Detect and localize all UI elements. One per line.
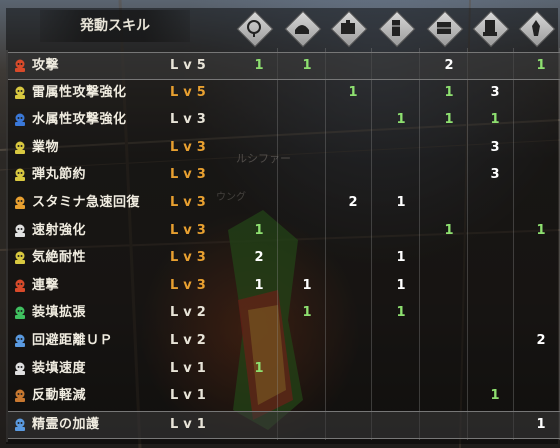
skill-points-cell: 3 (490, 167, 500, 183)
skill-name: 速射強化 (32, 222, 87, 238)
skill-row[interactable]: 連撃 Lv3 1 1 1 (8, 273, 560, 299)
skill-points-cell: 1 (302, 305, 312, 321)
chest-armor-icon[interactable] (325, 8, 371, 48)
talisman-icon-frame (520, 12, 552, 44)
skill-level: Lv3 (170, 250, 211, 266)
skill-level: Lv3 (170, 277, 211, 293)
skill-name: 装填拡張 (32, 305, 87, 321)
skill-name: 弾丸節約 (32, 167, 87, 183)
skill-points-cell: 1 (444, 84, 454, 100)
skill-name: 装填速度 (32, 360, 87, 376)
skill-points-cell: 1 (302, 277, 312, 293)
skill-row[interactable]: 弾丸節約 Lv3 3 (8, 162, 560, 188)
skill-points-cell: 1 (490, 388, 500, 404)
skill-type-icon (12, 223, 28, 239)
skill-row[interactable]: スタミナ急速回復 Lv3 2 1 (8, 190, 560, 216)
skill-type-icon (12, 167, 28, 183)
skill-points-cell: 1 (490, 112, 500, 128)
skill-points-cell: 1 (536, 58, 546, 73)
skill-type-icon (12, 417, 28, 433)
skill-name: 水属性攻撃強化 (32, 112, 127, 128)
skill-type-icon (12, 388, 28, 404)
skill-points-cell: 1 (536, 222, 546, 238)
skill-level: Lv1 (170, 360, 211, 376)
gauntlet-icon[interactable] (373, 8, 419, 48)
skill-level: Lv2 (170, 333, 211, 348)
skill-points-cell: 2 (348, 195, 358, 210)
skill-points-cell: 1 (348, 84, 358, 100)
skill-name: スタミナ急速回復 (32, 195, 141, 210)
skill-type-icon (12, 250, 28, 266)
skill-points-cell: 1 (536, 416, 546, 432)
skill-level: Lv3 (170, 112, 211, 128)
skill-points-cell: 2 (536, 333, 546, 348)
skill-points-cell: 1 (396, 195, 406, 210)
skill-row[interactable]: 水属性攻撃強化 Lv3 1 1 1 (8, 107, 560, 133)
skill-level: Lv3 (170, 195, 211, 210)
skill-type-icon (12, 140, 28, 156)
skill-row[interactable]: 業物 Lv3 3 (8, 135, 560, 161)
skill-points-cell: 1 (444, 222, 454, 238)
helmet-icon-frame (286, 12, 318, 44)
skill-points-cell: 3 (490, 139, 500, 155)
skill-type-icon (12, 58, 28, 74)
skill-row[interactable]: 装填速度 Lv1 1 (8, 356, 560, 382)
waist-armor-icon[interactable] (421, 8, 467, 48)
skill-level: Lv1 (170, 416, 211, 432)
skill-level: Lv5 (170, 58, 211, 73)
skill-points-cell: 1 (396, 305, 406, 321)
skill-level: Lv3 (170, 222, 211, 238)
skill-row[interactable]: 速射強化 Lv3 1 1 1 (8, 218, 560, 244)
skill-name: 精霊の加護 (32, 416, 100, 432)
skill-level: Lv3 (170, 167, 211, 183)
skill-type-icon (12, 305, 28, 321)
skill-points-cell: 1 (254, 277, 264, 293)
skill-type-icon (12, 85, 28, 101)
skill-type-icon (12, 361, 28, 377)
skill-points-cell: 1 (254, 222, 264, 238)
skill-level: Lv3 (170, 139, 211, 155)
skill-type-icon (12, 112, 28, 128)
waist-armor-icon-frame (428, 12, 460, 44)
leg-armor-icon[interactable] (467, 8, 513, 48)
chest-armor-icon-frame (332, 12, 364, 44)
skill-type-icon (12, 195, 28, 211)
skill-name: 連撃 (32, 277, 60, 293)
skill-level: Lv1 (170, 388, 211, 404)
skill-row[interactable]: 精霊の加護 Lv1 1 (8, 410, 560, 439)
skill-points-cell: 1 (396, 250, 406, 266)
skill-name: 業物 (32, 139, 60, 155)
skill-name: 雷属性攻撃強化 (32, 84, 127, 100)
leg-armor-icon-frame (474, 12, 506, 44)
gauntlet-icon-frame (380, 12, 412, 44)
skill-name: 反動軽減 (32, 388, 87, 404)
active-skills-header: 発動スキル (40, 10, 190, 42)
talisman-icon[interactable] (513, 8, 559, 48)
helmet-icon[interactable] (279, 8, 325, 48)
skill-points-cell: 1 (444, 112, 454, 128)
skill-points-cell: 1 (254, 360, 264, 376)
skill-points-cell: 1 (302, 58, 312, 73)
skill-level: Lv2 (170, 305, 211, 321)
skill-name: 気絶耐性 (32, 250, 87, 266)
skill-points-cell: 1 (396, 112, 406, 128)
skill-row[interactable]: 回避距離ＵＰ Lv2 2 (8, 328, 560, 354)
skill-name: 回避距離ＵＰ (32, 333, 114, 348)
skill-points-cell: 2 (444, 58, 454, 73)
skill-name: 攻撃 (32, 58, 60, 73)
skill-points-cell: 1 (396, 277, 406, 293)
skill-type-icon (12, 278, 28, 294)
skill-row[interactable]: 攻撃 Lv5 1 1 2 1 (8, 52, 560, 80)
skill-level: Lv5 (170, 84, 211, 100)
skill-row[interactable]: 気絶耐性 Lv3 2 1 (8, 245, 560, 271)
skill-points-cell: 3 (490, 84, 500, 100)
skill-type-icon (12, 333, 28, 349)
skill-row[interactable]: 雷属性攻撃強化 Lv5 1 1 3 (8, 80, 560, 106)
skill-points-cell: 1 (254, 58, 264, 73)
charm-slot-icon-frame (238, 12, 270, 44)
skill-row[interactable]: 装填拡張 Lv2 1 1 (8, 300, 560, 326)
skill-row[interactable]: 反動軽減 Lv1 1 (8, 383, 560, 409)
skill-points-cell: 2 (254, 250, 264, 266)
charm-slot-icon[interactable] (231, 8, 277, 48)
